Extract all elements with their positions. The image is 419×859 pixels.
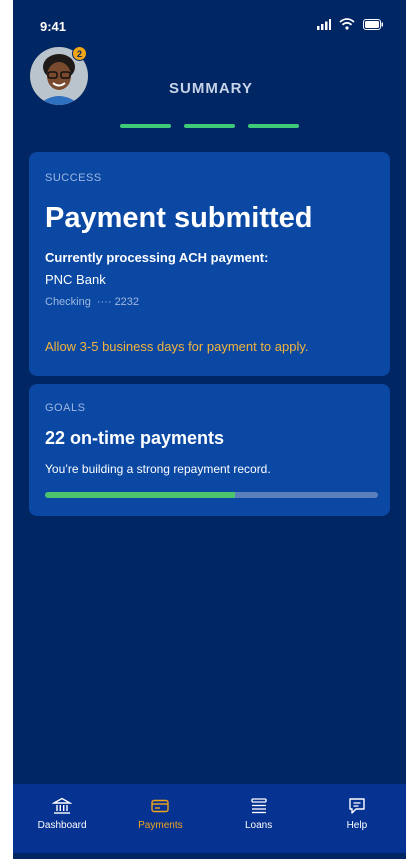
success-headline: Payment submitted xyxy=(45,202,313,234)
tab-bar: Dashboard Payments Loans Help xyxy=(13,784,406,853)
account-type: Checking xyxy=(45,296,91,308)
status-bar: 9:41 xyxy=(13,0,406,50)
tab-help[interactable]: Help xyxy=(317,784,397,831)
bank-name: PNC Bank xyxy=(45,272,106,287)
progress-steps xyxy=(120,124,299,128)
goals-eyebrow: GOALS xyxy=(45,402,86,414)
tab-label: Help xyxy=(346,820,368,831)
progress-step xyxy=(248,124,299,128)
status-time: 9:41 xyxy=(40,19,67,34)
goal-progress-fill xyxy=(45,492,235,498)
goals-card: GOALS 22 on-time payments You’re buildin… xyxy=(29,384,390,516)
tab-dashboard[interactable]: Dashboard xyxy=(22,784,102,831)
app-screen: 9:41 2 SUMMARY SUCCESS Payment submitted… xyxy=(13,0,406,859)
processing-subhead: Currently processing ACH payment: xyxy=(45,250,269,265)
progress-step xyxy=(120,124,171,128)
battery-icon xyxy=(363,18,383,30)
tab-label: Payments xyxy=(138,820,183,831)
success-card: SUCCESS Payment submitted Currently proc… xyxy=(29,152,390,376)
notification-badge: 2 xyxy=(72,46,87,61)
tab-label: Loans xyxy=(245,820,273,831)
processing-notice: Allow 3-5 business days for payment to a… xyxy=(45,339,309,354)
page-title: SUMMARY xyxy=(169,80,253,97)
tab-loans[interactable]: Loans xyxy=(219,784,299,831)
signal-icon xyxy=(317,18,331,30)
bank-icon xyxy=(52,797,73,814)
status-icons xyxy=(317,18,383,30)
account-line: Checking ···· 2232 xyxy=(45,296,139,308)
wifi-icon xyxy=(339,18,355,30)
success-eyebrow: SUCCESS xyxy=(45,172,102,184)
tab-label: Dashboard xyxy=(37,820,87,831)
goals-description: You’re building a strong repayment recor… xyxy=(45,462,271,476)
account-mask: ···· 2232 xyxy=(96,296,140,308)
progress-step xyxy=(184,124,235,128)
chat-icon xyxy=(349,798,365,814)
list-icon xyxy=(250,798,267,814)
goals-title: 22 on-time payments xyxy=(45,428,225,448)
goal-progress-bar xyxy=(45,492,378,498)
tab-payments[interactable]: Payments xyxy=(120,784,200,831)
card-icon xyxy=(151,799,170,813)
